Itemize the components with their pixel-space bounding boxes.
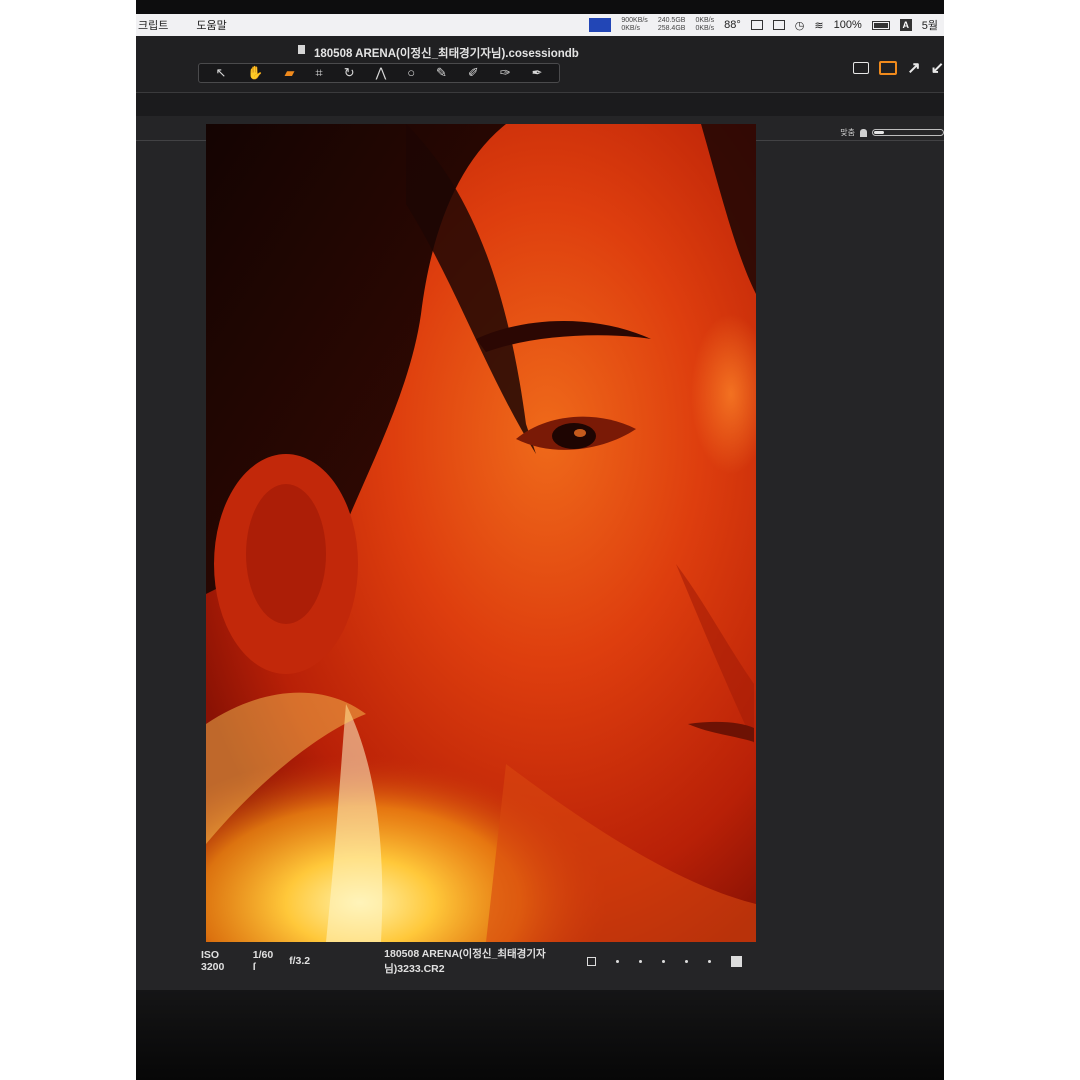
menu-bar: 크립트 도움말 900KB/s 0KB/s 240.5GB 258.4GB 0K… xyxy=(136,14,944,36)
right-toolbar: ↗ ↙ xyxy=(853,58,944,78)
portrait-photo-art xyxy=(206,124,756,942)
edit-all-variants-icon[interactable] xyxy=(879,61,898,75)
window-titlebar: 180508 ARENA(이정신_최태경기자님).cosessiondb ↖ ✋ ▰… xyxy=(136,36,944,92)
spot-removal-tool-icon[interactable]: ○ xyxy=(407,66,415,80)
cursor-tools: ↖ ✋ ▰ ⌗ ↻ ⋀ ○ ✎ ✐ ✑ ✒ xyxy=(198,63,560,83)
wifi-icon[interactable]: ≋ xyxy=(814,19,823,32)
import-arrow-icon[interactable]: ↙ xyxy=(931,58,944,78)
zoom-slider[interactable] xyxy=(872,129,944,136)
portrait-photo xyxy=(206,124,756,942)
annotation-tool-icon[interactable]: ✒ xyxy=(532,66,543,80)
export-arrow-icon[interactable]: ↗ xyxy=(907,58,920,78)
rating-dot-2[interactable] xyxy=(639,959,642,963)
disk-readout-top: 240.5GB xyxy=(657,17,686,24)
image-info-bar: ISO 3200 1/60 ſ f/3.2 180508 ARENA(이정신_최… xyxy=(201,944,756,978)
zoom-control: 맞춤 xyxy=(840,127,944,138)
gradient-tool-icon[interactable]: ✑ xyxy=(500,66,511,80)
temperature-readout[interactable]: 88° xyxy=(724,19,741,31)
time-machine-icon[interactable]: ◷ xyxy=(795,19,805,32)
network-up-readout: 900KB/s xyxy=(621,17,648,24)
menu-item-help[interactable]: 도움말 xyxy=(196,17,226,33)
rating-dot-5[interactable] xyxy=(708,959,711,963)
select-tool-icon[interactable]: ↖ xyxy=(215,66,226,80)
network-graph-icon[interactable] xyxy=(589,18,612,32)
battery-icon[interactable] xyxy=(871,20,890,30)
loupe-tool-icon[interactable]: ▰ xyxy=(284,66,294,80)
aperture-value: f/3.2 xyxy=(289,955,311,967)
proof-person-icon[interactable] xyxy=(860,128,867,137)
brush-tool-icon[interactable]: ✎ xyxy=(436,66,447,80)
edit-icon[interactable] xyxy=(853,62,870,74)
keystone-tool-icon[interactable]: ⋀ xyxy=(376,66,387,80)
menu-clock[interactable]: 5월 xyxy=(922,17,938,33)
star-rating xyxy=(587,955,756,967)
monitor-bezel-bottom xyxy=(136,990,944,1080)
display-icon[interactable] xyxy=(750,20,763,30)
io-readout-bottom: 0KB/s xyxy=(695,25,715,32)
monitor-bezel-top xyxy=(136,0,944,14)
shutter-value: 1/60 ſ xyxy=(252,949,274,973)
rating-dot-3[interactable] xyxy=(662,959,665,963)
airplay-icon[interactable] xyxy=(772,20,785,30)
iso-value: ISO 3200 xyxy=(201,949,225,973)
window-title: 180508 ARENA(이정신_최태경기자님).cosessiondb xyxy=(314,48,579,60)
menu-item-script[interactable]: 크립트 xyxy=(138,17,168,33)
rotate-tool-icon[interactable]: ↻ xyxy=(344,66,355,80)
fit-label[interactable]: 맞춤 xyxy=(840,127,855,138)
rating-dot-1[interactable] xyxy=(616,959,619,963)
document-icon xyxy=(298,45,305,54)
toolbar-divider xyxy=(136,92,944,93)
crop-tool-icon[interactable]: ⌗ xyxy=(315,66,322,80)
monitor-screen: 크립트 도움말 900KB/s 0KB/s 240.5GB 258.4GB 0K… xyxy=(136,0,944,1080)
input-source-icon[interactable]: A xyxy=(899,19,912,31)
rating-dot-4[interactable] xyxy=(685,959,688,963)
eraser-tool-icon[interactable]: ✐ xyxy=(468,66,479,80)
color-tag-icon[interactable] xyxy=(731,955,742,967)
network-down-readout: 0KB/s xyxy=(621,25,641,32)
io-readout-top: 0KB/s xyxy=(695,17,715,24)
pan-tool-icon[interactable]: ✋ xyxy=(247,66,263,80)
disk-readout-bottom: 258.4GB xyxy=(657,25,686,32)
file-name: 180508 ARENA(이정신_최태경기자님)3233.CR2 xyxy=(384,948,546,975)
reject-box-icon[interactable] xyxy=(587,956,596,966)
battery-percent[interactable]: 100% xyxy=(834,19,862,31)
